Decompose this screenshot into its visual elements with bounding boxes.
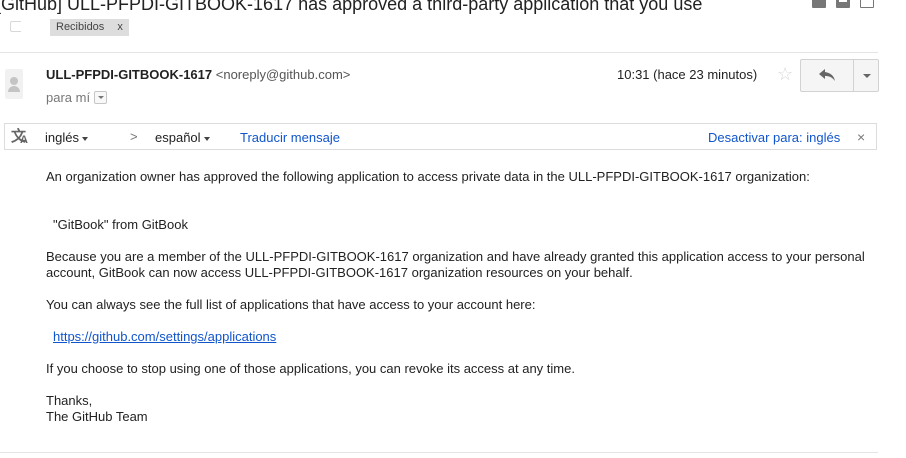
signoff: Thanks, xyxy=(46,393,93,408)
new-window-icon[interactable] xyxy=(860,0,874,8)
body-paragraph: Because you are a member of the ULL-PFPD… xyxy=(46,249,865,280)
details-dropdown-icon[interactable] xyxy=(94,91,108,104)
body-paragraph: An organization owner has approved the f… xyxy=(46,169,810,184)
reply-button[interactable] xyxy=(801,60,854,91)
arrow-separator: > xyxy=(130,129,138,144)
body-paragraph: "GitBook" from GitBook xyxy=(53,217,188,232)
avatar xyxy=(5,69,23,99)
print-icon[interactable] xyxy=(836,0,850,8)
settings-applications-link[interactable]: https://github.com/settings/applications xyxy=(53,329,276,344)
recipient-label: para mí xyxy=(46,90,91,105)
target-language-select[interactable]: español xyxy=(155,130,210,145)
recipient-line: para mí xyxy=(46,90,108,105)
importance-marker-icon[interactable] xyxy=(10,21,21,32)
body-paragraph: You can always see the full list of appl… xyxy=(46,297,536,312)
reply-button-group xyxy=(800,59,879,92)
close-icon[interactable]: × xyxy=(857,130,865,144)
target-language-label: español xyxy=(155,130,201,145)
remove-label-button[interactable]: x xyxy=(117,19,123,36)
chevron-down-icon xyxy=(81,136,88,141)
translate-message-link[interactable]: Traducir mensaje xyxy=(240,130,340,145)
translate-bar: 文A inglés > español Traducir mensaje Des… xyxy=(4,123,877,150)
translate-icon: 文A xyxy=(11,128,28,146)
divider xyxy=(0,452,878,453)
body-paragraph: If you choose to stop using one of those… xyxy=(46,361,575,376)
subject-actions xyxy=(812,0,874,8)
signature: The GitHub Team xyxy=(46,409,148,424)
chevron-down-icon xyxy=(203,136,210,141)
label-chip[interactable]: Recibidos x xyxy=(50,19,129,36)
source-language-label: inglés xyxy=(45,130,79,145)
timestamp: 10:31 (hace 23 minutos) xyxy=(617,67,758,82)
sender: ULL-PFPDI-GITBOOK-1617 <noreply@github.c… xyxy=(46,67,350,82)
label-name: Recibidos xyxy=(56,21,105,33)
star-icon[interactable]: ☆ xyxy=(777,64,793,84)
more-options-button[interactable] xyxy=(854,60,878,91)
reply-icon xyxy=(819,69,835,81)
email-subject: [GitHub] ULL-PFPDI-GITBOOK-1617 has appr… xyxy=(0,0,703,14)
sender-email: <noreply@github.com> xyxy=(215,67,351,82)
sender-name[interactable]: ULL-PFPDI-GITBOOK-1617 xyxy=(46,67,212,82)
divider xyxy=(0,52,878,53)
collapse-icon[interactable] xyxy=(812,0,826,8)
source-language-select[interactable]: inglés xyxy=(45,130,88,145)
disable-translation-link[interactable]: Desactivar para: inglés xyxy=(708,130,840,145)
